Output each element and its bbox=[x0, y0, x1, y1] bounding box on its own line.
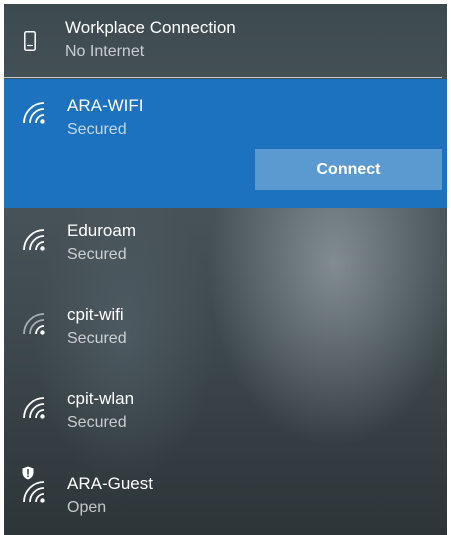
wifi-icon bbox=[23, 102, 45, 124]
wifi-icon bbox=[23, 313, 45, 335]
network-status: Secured bbox=[67, 330, 127, 347]
network-status: Secured bbox=[67, 414, 127, 431]
network-flyout: Workplace Connection No Internet ARA-WIF… bbox=[4, 4, 447, 535]
network-name: cpit-wlan bbox=[67, 389, 135, 408]
connection-status: No Internet bbox=[65, 43, 145, 60]
wifi-icon bbox=[23, 481, 45, 503]
connection-name: Workplace Connection bbox=[65, 18, 236, 37]
network-status: Secured bbox=[67, 121, 127, 138]
network-name: cpit-wifi bbox=[67, 305, 124, 324]
network-item-ara-guest[interactable] bbox=[4, 458, 447, 535]
network-name: ARA-WIFI bbox=[67, 96, 144, 115]
current-connection[interactable]: Workplace Connection No Internet bbox=[4, 4, 447, 78]
wifi-icon bbox=[23, 397, 45, 419]
divider bbox=[4, 77, 442, 78]
wifi-icon bbox=[23, 229, 45, 251]
network-status: Open bbox=[67, 499, 107, 516]
shield-icon bbox=[22, 466, 34, 480]
network-name: Eduroam bbox=[67, 221, 136, 240]
network-name: ARA-Guest bbox=[67, 474, 153, 493]
connect-button[interactable]: Connect bbox=[255, 149, 442, 190]
network-status: Secured bbox=[67, 246, 127, 263]
phone-icon bbox=[24, 31, 36, 51]
